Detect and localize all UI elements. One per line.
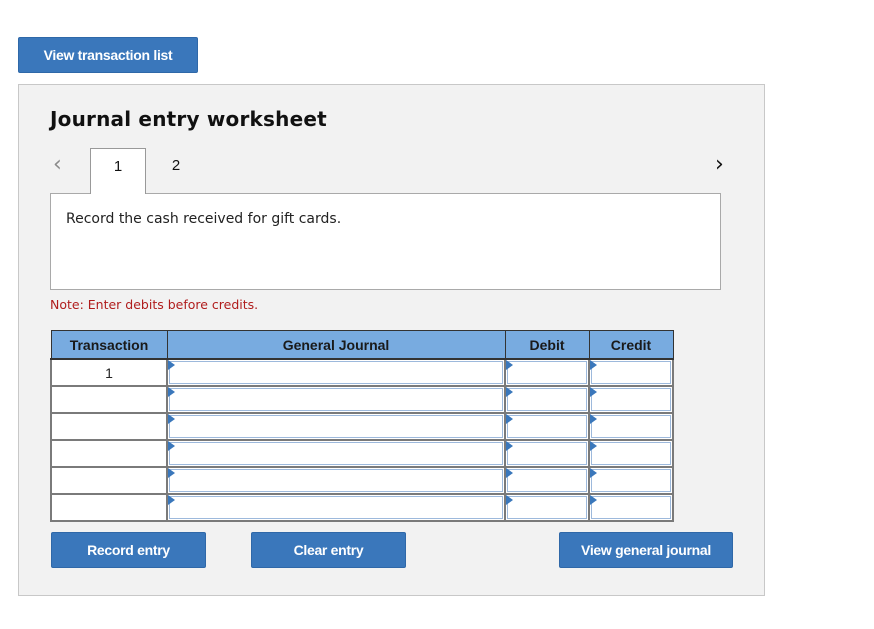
prompt-text: Record the cash received for gift cards. xyxy=(66,211,342,227)
dropdown-flag-icon xyxy=(168,387,175,397)
debit-input[interactable] xyxy=(504,493,590,522)
account-input[interactable] xyxy=(166,358,506,387)
transaction-cell xyxy=(50,385,168,414)
credit-input[interactable] xyxy=(588,412,674,441)
dropdown-flag-icon xyxy=(506,495,513,505)
credit-input[interactable] xyxy=(588,493,674,522)
table-row xyxy=(50,466,674,495)
account-input[interactable] xyxy=(166,493,506,522)
journal-entry-worksheet-panel: Journal entry worksheet ‹ 1 2 › Record t… xyxy=(18,84,765,596)
dropdown-flag-icon xyxy=(168,441,175,451)
account-input-field[interactable] xyxy=(169,361,503,384)
view-general-journal-button[interactable]: View general journal xyxy=(559,532,733,568)
account-input-field[interactable] xyxy=(169,442,503,465)
header-transaction: Transaction xyxy=(50,330,168,360)
transaction-cell: 1 xyxy=(50,358,168,387)
dropdown-flag-icon xyxy=(506,387,513,397)
credit-input-field[interactable] xyxy=(591,442,671,465)
debit-input[interactable] xyxy=(504,358,590,387)
table-header-row: Transaction General Journal Debit Credit xyxy=(50,330,674,360)
transaction-cell xyxy=(50,493,168,522)
table-row: 1 xyxy=(50,358,674,387)
credit-input-field[interactable] xyxy=(591,361,671,384)
header-credit: Credit xyxy=(588,330,674,360)
credit-input[interactable] xyxy=(588,358,674,387)
dropdown-flag-icon xyxy=(506,441,513,451)
credit-input[interactable] xyxy=(588,385,674,414)
chevron-left-icon[interactable]: ‹ xyxy=(53,152,62,177)
prompt-box: Record the cash received for gift cards. xyxy=(50,193,721,290)
credit-input-field[interactable] xyxy=(591,388,671,411)
debit-input-field[interactable] xyxy=(507,442,587,465)
dropdown-flag-icon xyxy=(590,387,597,397)
record-entry-button[interactable]: Record entry xyxy=(51,532,206,568)
tab-1[interactable]: 1 xyxy=(90,148,146,194)
account-input[interactable] xyxy=(166,412,506,441)
header-general-journal: General Journal xyxy=(166,330,506,360)
dropdown-flag-icon xyxy=(168,495,175,505)
dropdown-flag-icon xyxy=(590,360,597,370)
dropdown-flag-icon xyxy=(168,360,175,370)
note-text: Note: Enter debits before credits. xyxy=(50,297,259,312)
dropdown-flag-icon xyxy=(590,441,597,451)
debit-input-field[interactable] xyxy=(507,388,587,411)
account-input[interactable] xyxy=(166,466,506,495)
account-input-field[interactable] xyxy=(169,415,503,438)
page-title: Journal entry worksheet xyxy=(50,107,327,131)
table-row xyxy=(50,493,674,522)
dropdown-flag-icon xyxy=(506,468,513,478)
transaction-cell xyxy=(50,439,168,468)
dropdown-flag-icon xyxy=(590,468,597,478)
table-row xyxy=(50,385,674,414)
debit-input-field[interactable] xyxy=(507,496,587,519)
debit-input[interactable] xyxy=(504,439,590,468)
credit-input[interactable] xyxy=(588,466,674,495)
account-input[interactable] xyxy=(166,439,506,468)
debit-input[interactable] xyxy=(504,385,590,414)
debit-input-field[interactable] xyxy=(507,415,587,438)
account-input[interactable] xyxy=(166,385,506,414)
transaction-cell xyxy=(50,412,168,441)
debit-input[interactable] xyxy=(504,412,590,441)
credit-input-field[interactable] xyxy=(591,496,671,519)
transaction-cell xyxy=(50,466,168,495)
debit-input-field[interactable] xyxy=(507,361,587,384)
debit-input[interactable] xyxy=(504,466,590,495)
credit-input-field[interactable] xyxy=(591,469,671,492)
tab-2[interactable]: 2 xyxy=(148,148,204,193)
dropdown-flag-icon xyxy=(506,360,513,370)
header-debit: Debit xyxy=(504,330,590,360)
account-input-field[interactable] xyxy=(169,388,503,411)
dropdown-flag-icon xyxy=(590,414,597,424)
dropdown-flag-icon xyxy=(168,414,175,424)
journal-table: Transaction General Journal Debit Credit… xyxy=(50,330,674,522)
debit-input-field[interactable] xyxy=(507,469,587,492)
chevron-right-icon[interactable]: › xyxy=(715,152,724,177)
view-transaction-list-button[interactable]: View transaction list xyxy=(18,37,198,73)
credit-input-field[interactable] xyxy=(591,415,671,438)
account-input-field[interactable] xyxy=(169,469,503,492)
dropdown-flag-icon xyxy=(506,414,513,424)
account-input-field[interactable] xyxy=(169,496,503,519)
table-row xyxy=(50,412,674,441)
table-row xyxy=(50,439,674,468)
credit-input[interactable] xyxy=(588,439,674,468)
dropdown-flag-icon xyxy=(590,495,597,505)
dropdown-flag-icon xyxy=(168,468,175,478)
clear-entry-button[interactable]: Clear entry xyxy=(251,532,406,568)
